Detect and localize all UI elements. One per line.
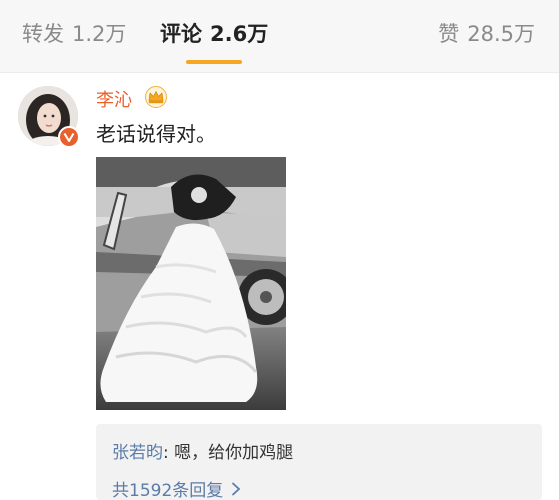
tab-repost[interactable]: 转发 1.2万 [22, 18, 126, 48]
comment-username[interactable]: 李沁 [96, 86, 132, 112]
tab-comment-count: 2.6万 [210, 22, 269, 46]
tab-repost-count: 1.2万 [72, 22, 127, 46]
divider [0, 72, 559, 73]
tab-comment-label: 评论 [160, 22, 202, 46]
tab-like-count: 28.5万 [467, 22, 535, 46]
verified-icon [58, 126, 80, 148]
tab-like[interactable]: 赞 28.5万 [438, 18, 535, 48]
active-tab-indicator [186, 60, 242, 64]
comment-text: 老话说得对。 [96, 122, 216, 146]
tab-like-label: 赞 [438, 22, 460, 46]
tab-comment[interactable]: 评论 2.6万 [160, 18, 268, 48]
reply-more-label: 共1592条回复 [112, 481, 224, 500]
reply-username[interactable]: 张若昀 [112, 443, 163, 463]
reply-line: 张若昀: 嗯，给你加鸡腿 [112, 438, 293, 463]
tab-repost-label: 转发 [22, 22, 64, 46]
comment-photo[interactable] [96, 157, 286, 410]
view-more-replies-link[interactable]: 共1592条回复 [112, 476, 241, 500]
reply-box[interactable]: 张若昀: 嗯，给你加鸡腿 共1592条回复 [96, 424, 542, 500]
chevron-right-icon [231, 481, 241, 500]
avatar[interactable] [18, 86, 80, 148]
tab-bar: 转发 1.2万 评论 2.6万 赞 28.5万 [0, 0, 559, 72]
reply-content: 嗯，给你加鸡腿 [168, 443, 294, 463]
crown-icon[interactable] [144, 86, 168, 108]
